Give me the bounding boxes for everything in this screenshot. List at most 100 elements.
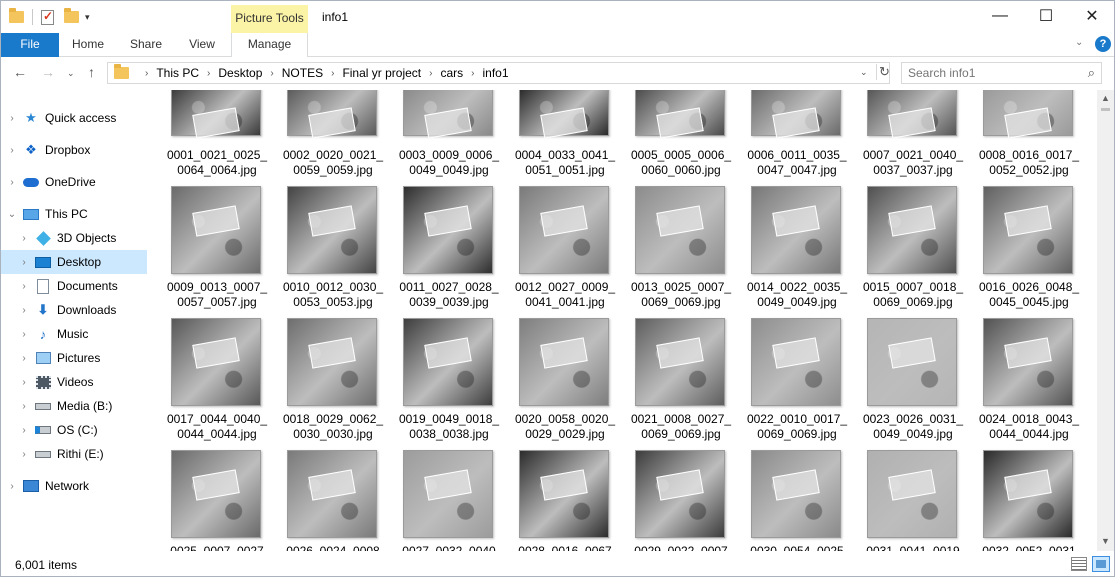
file-name[interactable]: 0021_0008_0027_ xyxy=(623,412,739,427)
file-name[interactable]: 0015_0007_0018_ xyxy=(855,280,971,295)
chevron-right-icon[interactable]: › xyxy=(19,425,29,436)
breadcrumb-cars[interactable]: cars xyxy=(440,66,463,80)
file-item[interactable]: 0026_0024_0008 xyxy=(275,90,383,551)
address-bar[interactable]: › This PC › Desktop › NOTES › Final yr p… xyxy=(107,62,890,84)
file-name[interactable]: 0030_0054_0025 xyxy=(739,544,855,551)
file-name[interactable]: 0019_0049_0018_ xyxy=(391,412,507,427)
tab-view[interactable]: View xyxy=(177,33,227,57)
file-item[interactable]: 0030_0054_0025 xyxy=(739,90,847,551)
nav-item-os-c[interactable]: › OS (C:) xyxy=(1,418,147,442)
breadcrumb-this-pc[interactable]: This PC xyxy=(156,66,199,80)
file-name[interactable]: 0014_0022_0035_ xyxy=(739,280,855,295)
chevron-right-icon[interactable]: › xyxy=(19,257,29,268)
nav-item-this-pc[interactable]: ⌄ This PC xyxy=(1,202,147,226)
nav-item-dropbox[interactable]: › ❖ Dropbox xyxy=(1,138,147,162)
breadcrumb-notes[interactable]: NOTES xyxy=(282,66,323,80)
file-name[interactable]: 0013_0025_0007_ xyxy=(623,280,739,295)
forward-arrow-icon[interactable]: → xyxy=(41,64,55,80)
file-name-line2[interactable]: 0053_0053.jpg xyxy=(275,295,391,310)
up-arrow-icon[interactable]: ↑ xyxy=(88,64,95,80)
chevron-right-icon[interactable]: › xyxy=(19,353,29,364)
image-thumbnail[interactable] xyxy=(519,450,609,538)
file-item[interactable]: 0027_0032_0040 xyxy=(391,90,499,551)
scroll-up-icon[interactable]: ▲ xyxy=(1101,93,1110,103)
file-name-line2[interactable]: 0038_0038.jpg xyxy=(391,427,507,442)
back-arrow-icon[interactable]: ← xyxy=(13,64,27,80)
nav-item-downloads[interactable]: › ⬇ Downloads xyxy=(1,298,147,322)
chevron-right-icon[interactable]: › xyxy=(19,329,29,340)
file-name[interactable]: 0025_0007_0027 xyxy=(159,544,275,551)
file-item[interactable]: 0029_0022_0007 xyxy=(623,90,731,551)
image-thumbnail[interactable] xyxy=(171,318,261,406)
file-name[interactable]: 0010_0012_0030_ xyxy=(275,280,391,295)
file-name[interactable]: 0023_0026_0031_ xyxy=(855,412,971,427)
expand-ribbon-icon[interactable]: ⌄ xyxy=(1075,37,1083,48)
breadcrumb-desktop[interactable]: Desktop xyxy=(218,66,262,80)
file-name-line2[interactable]: 0039_0039.jpg xyxy=(391,295,507,310)
file-name-line2[interactable]: 0044_0044.jpg xyxy=(159,427,275,442)
image-thumbnail[interactable] xyxy=(403,450,493,538)
close-button[interactable]: ✕ xyxy=(1069,1,1114,31)
image-thumbnail[interactable] xyxy=(751,318,841,406)
file-item[interactable]: 0032_0052_0031 xyxy=(971,90,1079,551)
chevron-right-icon[interactable]: › xyxy=(19,305,29,316)
file-name[interactable]: 0018_0029_0062_ xyxy=(275,412,391,427)
image-thumbnail[interactable] xyxy=(867,318,957,406)
file-name[interactable]: 0011_0027_0028_ xyxy=(391,280,507,295)
file-name-line2[interactable]: 0041_0041.jpg xyxy=(507,295,623,310)
refresh-icon[interactable]: ↻ xyxy=(876,64,890,80)
chevron-right-icon[interactable]: › xyxy=(7,113,17,124)
nav-item-media-b[interactable]: › Media (B:) xyxy=(1,394,147,418)
scroll-down-icon[interactable]: ▼ xyxy=(1101,536,1110,546)
image-thumbnail[interactable] xyxy=(403,318,493,406)
tab-manage[interactable]: Manage xyxy=(231,33,308,57)
nav-item-3d-objects[interactable]: › 3D Objects xyxy=(1,226,147,250)
tab-file[interactable]: File xyxy=(1,33,59,57)
file-name-line2[interactable]: 0049_0049.jpg xyxy=(739,295,855,310)
details-view-icon[interactable] xyxy=(1071,557,1087,571)
file-name[interactable]: 0027_0032_0040 xyxy=(391,544,507,551)
recent-locations-icon[interactable]: ⌄ xyxy=(67,68,75,79)
maximize-button[interactable]: ☐ xyxy=(1023,1,1069,31)
file-item[interactable]: 0031_0041_0019 xyxy=(855,90,963,551)
chevron-right-icon[interactable]: › xyxy=(145,68,148,79)
breadcrumb-info1[interactable]: info1 xyxy=(483,66,509,80)
file-item[interactable]: 0025_0007_0027 xyxy=(159,90,267,551)
chevron-right-icon[interactable]: › xyxy=(7,177,17,188)
nav-item-videos[interactable]: › Videos xyxy=(1,370,147,394)
file-name-line2[interactable]: 0069_0069.jpg xyxy=(855,295,971,310)
file-name[interactable]: 0032_0052_0031 xyxy=(971,544,1087,551)
chevron-right-icon[interactable]: › xyxy=(19,449,29,460)
image-thumbnail[interactable] xyxy=(983,318,1073,406)
minimize-button[interactable]: — xyxy=(977,1,1023,31)
file-name[interactable]: 0024_0018_0043_ xyxy=(971,412,1087,427)
nav-item-network[interactable]: › Network xyxy=(1,474,147,498)
file-name-line2[interactable]: 0057_0057.jpg xyxy=(159,295,275,310)
new-folder-icon[interactable] xyxy=(64,8,79,23)
nav-item-desktop[interactable]: › Desktop xyxy=(1,250,147,274)
file-name[interactable]: 0029_0022_0007 xyxy=(623,544,739,551)
chevron-down-icon[interactable]: ⌄ xyxy=(7,209,17,220)
file-name-line2[interactable]: 0069_0069.jpg xyxy=(739,427,855,442)
nav-item-documents[interactable]: › Documents xyxy=(1,274,147,298)
file-name-line2[interactable]: 0045_0045.jpg xyxy=(971,295,1087,310)
file-name-line2[interactable]: 0069_0069.jpg xyxy=(623,295,739,310)
chevron-right-icon[interactable]: › xyxy=(331,68,334,79)
chevron-right-icon[interactable]: › xyxy=(19,377,29,388)
chevron-right-icon[interactable]: › xyxy=(207,68,210,79)
nav-item-quick-access[interactable]: › ★ Quick access xyxy=(1,106,147,130)
image-thumbnail[interactable] xyxy=(287,318,377,406)
image-thumbnail[interactable] xyxy=(751,450,841,538)
tab-share[interactable]: Share xyxy=(121,33,171,57)
vertical-scrollbar[interactable]: ▲ ▼ xyxy=(1097,90,1114,551)
file-name-line2[interactable]: 0029_0029.jpg xyxy=(507,427,623,442)
search-box[interactable]: ⌕ xyxy=(901,62,1102,84)
scrollbar-thumb[interactable] xyxy=(1101,108,1110,111)
file-name[interactable]: 0017_0044_0040_ xyxy=(159,412,275,427)
file-name[interactable]: 0022_0010_0017_ xyxy=(739,412,855,427)
file-name[interactable]: 0009_0013_0007_ xyxy=(159,280,275,295)
nav-item-music[interactable]: › ♪ Music xyxy=(1,322,147,346)
image-thumbnail[interactable] xyxy=(519,318,609,406)
chevron-right-icon[interactable]: › xyxy=(7,145,17,156)
properties-icon[interactable] xyxy=(41,9,54,25)
